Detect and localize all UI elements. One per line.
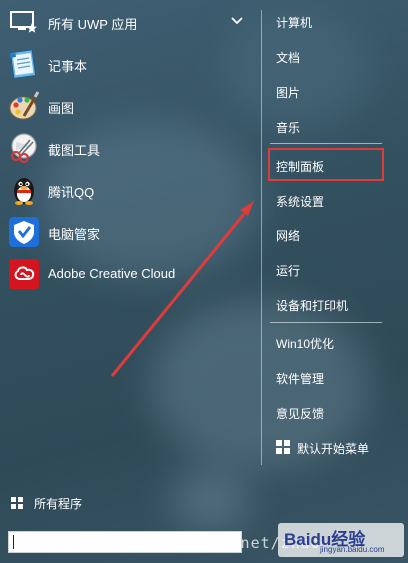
pc-manager-shield-icon [8,216,40,248]
menu-divider [270,322,382,323]
menu-item-feedback[interactable]: 意见反馈 [266,397,396,427]
app-item-pc-manager[interactable]: 电脑管家 [0,212,258,252]
monitor-star-icon [10,10,38,34]
baidu-logo-subtext: jingyan.baidu.com [320,545,385,554]
baidu-jingyan-watermark: Baidu经验 jingyan.baidu.com [278,523,404,557]
menu-item-win10-optimize[interactable]: Win10优化 [266,327,396,357]
menu-item-label: 默认开始菜单 [297,442,370,456]
menu-item-label: 图片 [276,86,301,100]
menu-item-run[interactable]: 运行 [266,254,396,284]
qq-penguin-icon [8,174,40,206]
menu-item-label: 计算机 [276,16,313,30]
menu-item-system-settings[interactable]: 系统设置 [266,185,396,215]
app-item-qq[interactable]: 腾讯QQ [0,170,258,210]
menu-item-pictures[interactable]: 图片 [266,76,396,106]
adobe-cc-icon [8,258,40,290]
windows-logo-icon [276,440,290,454]
snipping-tool-icon [8,132,40,164]
menu-item-label: 系统设置 [276,195,325,209]
text-caret [13,535,14,549]
app-item-label: 电脑管家 [48,227,101,242]
menu-item-label: 设备和打印机 [276,299,349,313]
menu-item-label: 运行 [276,264,301,278]
windows-grid-icon [11,496,23,509]
app-item-paint[interactable]: 画图 [0,86,258,126]
all-programs-button[interactable]: 所有程序 [0,488,258,516]
menu-item-devices-printers[interactable]: 设备和打印机 [266,289,396,319]
app-item-label: Adobe Creative Cloud [48,266,176,281]
app-item-notepad[interactable]: 记事本 [0,44,258,84]
app-item-label: 记事本 [48,59,88,74]
menu-item-label: Win10优化 [276,337,335,351]
highlight-box [268,148,384,181]
all-programs-label: 所有程序 [34,497,83,511]
app-item-adobe-cc[interactable]: Adobe Creative Cloud [0,254,258,294]
menu-item-default-start-menu[interactable]: 默认开始菜单 [266,432,406,462]
app-item-label: 画图 [48,101,75,116]
column-divider [261,10,262,465]
paint-icon [8,90,40,122]
menu-item-music[interactable]: 音乐 [266,111,396,141]
app-item-label: 腾讯QQ [48,185,95,200]
uwp-apps-label: 所有 UWP 应用 [48,17,138,32]
menu-item-label: 文档 [276,51,301,65]
menu-item-label: 意见反馈 [276,407,325,421]
app-list-panel: 所有 UWP 应用 记事本 画图 截图工具 腾讯QQ 电脑管家 Adobe Cr… [0,0,258,563]
app-item-snipping-tool[interactable]: 截图工具 [0,128,258,168]
app-item-label: 截图工具 [48,143,101,158]
menu-item-software-manager[interactable]: 软件管理 [266,362,396,392]
menu-item-label: 音乐 [276,121,301,135]
uwp-apps-header[interactable]: 所有 UWP 应用 [0,0,258,44]
menu-divider [270,143,382,144]
menu-item-label: 软件管理 [276,372,325,386]
chevron-down-icon[interactable] [230,14,244,28]
menu-item-network[interactable]: 网络 [266,219,396,249]
menu-item-label: 网络 [276,229,301,243]
menu-item-computer[interactable]: 计算机 [266,6,396,36]
notepad-icon [8,48,40,80]
menu-item-documents[interactable]: 文档 [266,41,396,71]
